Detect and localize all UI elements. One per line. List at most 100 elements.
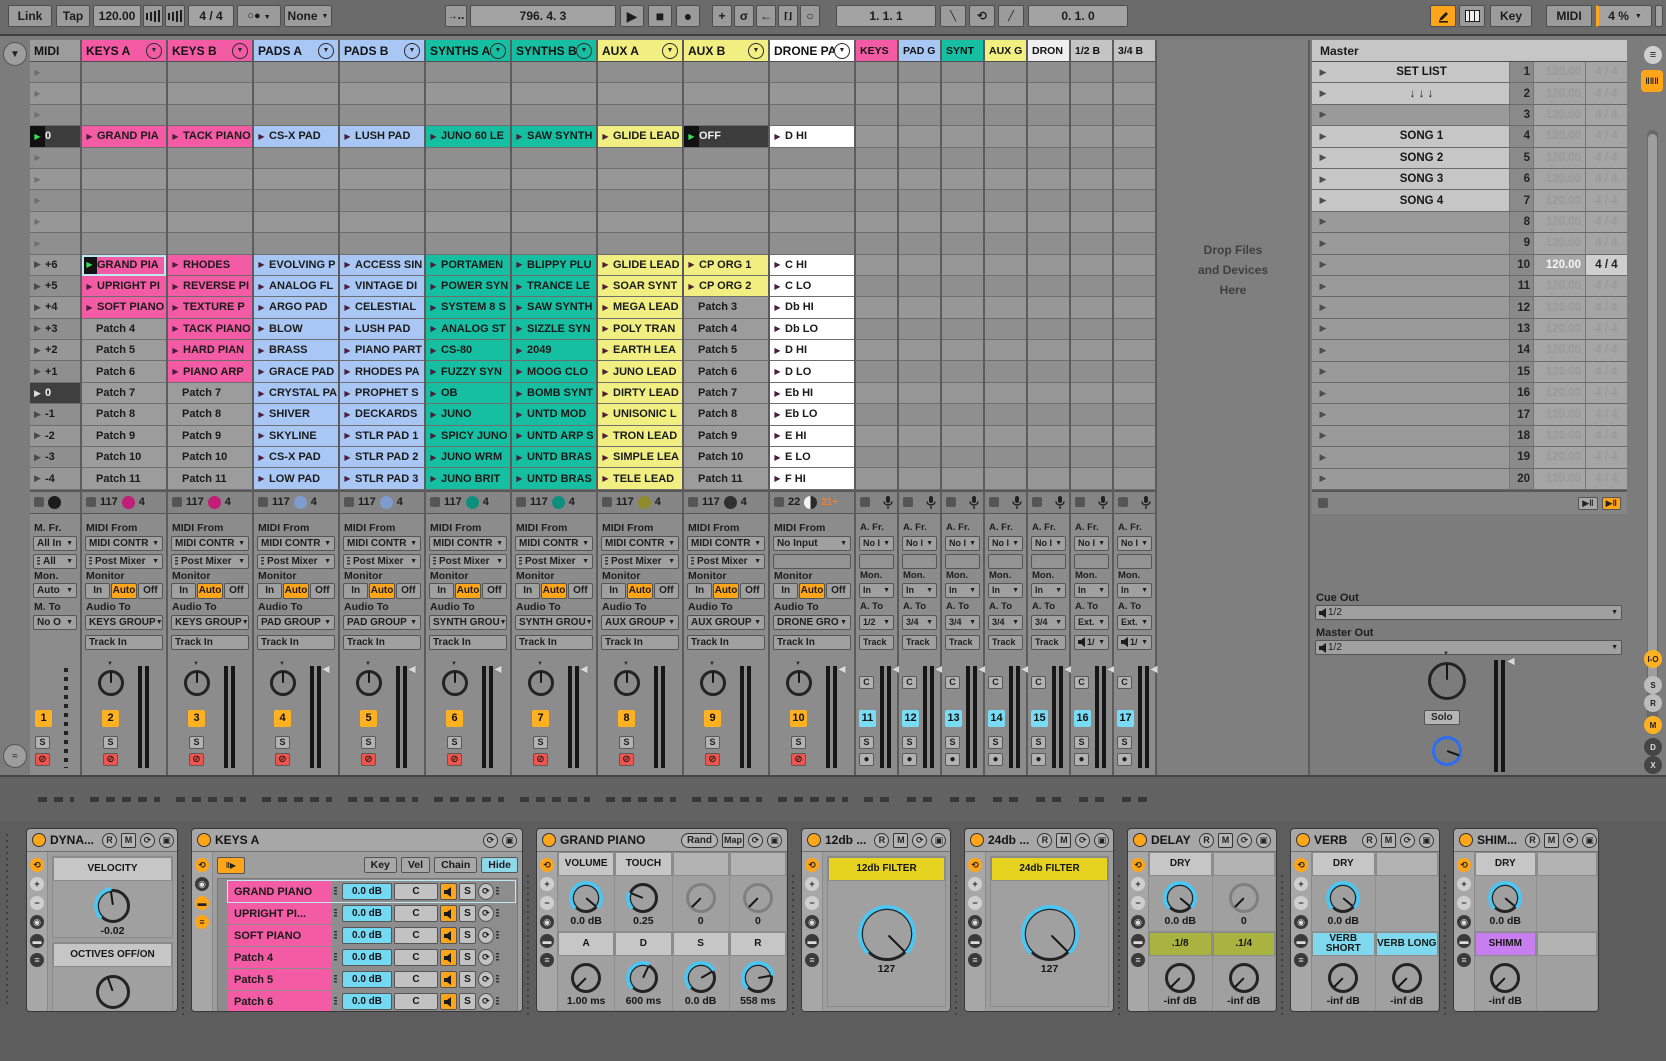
- clip-slot-empty-patch[interactable]: Patch 4: [82, 319, 166, 340]
- scene-play-icon[interactable]: ▶: [30, 212, 45, 232]
- track-activator-button[interactable]: 16: [1074, 710, 1091, 727]
- monitor-off-button[interactable]: Off: [224, 583, 249, 599]
- clip-slot[interactable]: [1114, 255, 1155, 276]
- clip-slot-filled[interactable]: ▶CRYSTAL PA: [254, 383, 338, 404]
- device-rail-list-button[interactable]: ≡: [540, 953, 554, 967]
- clip-slot[interactable]: [1028, 212, 1069, 233]
- hotswap-r-button[interactable]: R: [1525, 833, 1540, 848]
- crossfade-assign-button[interactable]: C: [1117, 676, 1132, 689]
- clip-slot-filled[interactable]: ▶D HI: [770, 126, 854, 147]
- device-rail-list-button[interactable]: ≡: [30, 953, 44, 967]
- clip-slot-filled[interactable]: ▶OB: [426, 383, 510, 404]
- macro-toggle-button[interactable]: ‖▶: [217, 857, 245, 874]
- clip-slot[interactable]: [340, 233, 424, 254]
- device-rail-up-button[interactable]: ◉: [1294, 915, 1308, 929]
- clip-slot[interactable]: [985, 212, 1026, 233]
- clip-slot-filled[interactable]: ▶TEXTURE P: [168, 297, 252, 318]
- chain-row[interactable]: GRAND PIANO0.0 dBCS⟳: [228, 881, 515, 902]
- clip-play-icon[interactable]: ▶: [770, 276, 785, 296]
- scene-row[interactable]: ▶19120.004 / 4: [1312, 447, 1627, 468]
- clip-slot[interactable]: [856, 126, 897, 147]
- clip-slot-filled[interactable]: ▶SAW SYNTH: [512, 126, 596, 147]
- clip-slot[interactable]: [985, 255, 1026, 276]
- io-input-select[interactable]: No I▼: [1031, 536, 1066, 551]
- clip-slot-filled[interactable]: ▶UNTD BRAS: [512, 468, 596, 489]
- volume-fader[interactable]: [740, 666, 751, 768]
- monitor-auto-button[interactable]: Auto: [627, 583, 652, 599]
- clip-slot-filled[interactable]: ▶JUNO WRM: [426, 447, 510, 468]
- clip-slot[interactable]: [1028, 340, 1069, 361]
- master-fader-handle[interactable]: ◀: [1507, 656, 1515, 667]
- clip-play-icon[interactable]: ▶: [254, 447, 269, 467]
- clip-slot[interactable]: [1114, 447, 1155, 468]
- clip-slot[interactable]: [1071, 148, 1112, 169]
- device-header[interactable]: KEYS A⟳▣: [192, 829, 522, 852]
- clip-slot-empty-patch[interactable]: Patch 11: [684, 468, 768, 489]
- arm-button[interactable]: ●: [1074, 753, 1089, 766]
- device-rail-bar-button[interactable]: ▬: [30, 934, 44, 948]
- scene-play-icon[interactable]: ▶: [1312, 302, 1334, 313]
- track-activator-button[interactable]: 14: [988, 710, 1005, 727]
- io-output-select[interactable]: 3/4▼: [945, 615, 980, 630]
- clip-slot-filled[interactable]: ▶SAW SYNTH: [512, 297, 596, 318]
- track-activator-button[interactable]: 7: [532, 710, 549, 727]
- clip-slot[interactable]: [1114, 83, 1155, 104]
- io-input-select[interactable]: All In▼: [33, 536, 77, 551]
- clip-slot-filled[interactable]: ▶TACK PIANO: [168, 319, 252, 340]
- fader-handle[interactable]: ◀: [322, 664, 330, 675]
- clip-play-icon[interactable]: ▶: [512, 276, 527, 296]
- clip-slot[interactable]: [1028, 404, 1069, 425]
- clip-slot[interactable]: [512, 169, 596, 190]
- scene-play-icon[interactable]: ▶: [30, 361, 45, 381]
- scene-name-cell[interactable]: ▶↓ ↓ ↓: [1312, 83, 1510, 103]
- scene-play-icon[interactable]: ▶: [30, 169, 45, 189]
- clip-play-icon[interactable]: ▶: [512, 447, 527, 467]
- track-header[interactable]: 1/2 B: [1071, 40, 1112, 62]
- macro-knob[interactable]: [686, 963, 716, 993]
- clip-slot[interactable]: [1071, 361, 1112, 382]
- chain-row[interactable]: UPRIGHT PI...0.0 dBCS⟳: [228, 903, 515, 924]
- device-rail-bar-button[interactable]: ▬: [540, 934, 554, 948]
- clip-slot-filled[interactable]: ▶JUNO: [426, 404, 510, 425]
- clip-slot[interactable]: [1028, 255, 1069, 276]
- clip-slot-empty-patch[interactable]: Patch 9: [684, 426, 768, 447]
- track-activator-button[interactable]: 1: [35, 710, 52, 727]
- clip-slot[interactable]: [254, 148, 338, 169]
- clip-slot[interactable]: [985, 340, 1026, 361]
- io-output-select[interactable]: 3/4▼: [988, 615, 1023, 630]
- arm-button[interactable]: ⊘: [533, 753, 548, 766]
- scene-launch[interactable]: ▶-2: [30, 426, 80, 447]
- device-activator-button[interactable]: [1133, 833, 1147, 847]
- scene-signature[interactable]: 4 / 4: [1586, 105, 1627, 125]
- clip-slot[interactable]: [770, 212, 854, 233]
- clip-slot[interactable]: [1028, 126, 1069, 147]
- device-rail-minus-button[interactable]: −: [1457, 896, 1471, 910]
- clip-slot[interactable]: ▶: [30, 190, 80, 211]
- macro-knob[interactable]: [743, 963, 773, 993]
- scene-launch[interactable]: ▶-4: [30, 468, 80, 489]
- volume-fader[interactable]: [880, 666, 891, 768]
- clip-stop-button[interactable]: [1118, 497, 1128, 507]
- clip-play-icon[interactable]: ▶: [82, 297, 97, 317]
- clip-slot[interactable]: [899, 212, 940, 233]
- scene-signature[interactable]: 4 / 4: [1586, 469, 1627, 489]
- clip-slot[interactable]: [1071, 468, 1112, 489]
- clip-slot[interactable]: [985, 361, 1026, 382]
- device-rail-plus-button[interactable]: +: [805, 877, 819, 891]
- clip-play-icon[interactable]: ▶: [340, 126, 355, 146]
- clip-slot[interactable]: [1114, 404, 1155, 425]
- scene-play-icon[interactable]: ▶: [1312, 109, 1334, 120]
- device-rail-minus-button[interactable]: −: [30, 896, 44, 910]
- clip-slot[interactable]: [985, 169, 1026, 190]
- scene-row[interactable]: ▶13120.004 / 4: [1312, 319, 1627, 340]
- clip-stop-button[interactable]: [430, 497, 440, 507]
- sync-icon[interactable]: ⟳: [1563, 833, 1578, 848]
- clip-slot-empty-patch[interactable]: Patch 8: [684, 404, 768, 425]
- device-rail-list-button[interactable]: ≡: [1457, 953, 1471, 967]
- io-output-channel[interactable]: Track In: [773, 635, 851, 650]
- clip-slot[interactable]: [985, 190, 1026, 211]
- scene-tempo[interactable]: 120.00: [1534, 447, 1586, 467]
- clip-play-icon[interactable]: ▶: [254, 255, 269, 275]
- clip-slot-filled[interactable]: ▶TRON LEAD: [598, 426, 682, 447]
- monitor-in-button[interactable]: In: [601, 583, 626, 599]
